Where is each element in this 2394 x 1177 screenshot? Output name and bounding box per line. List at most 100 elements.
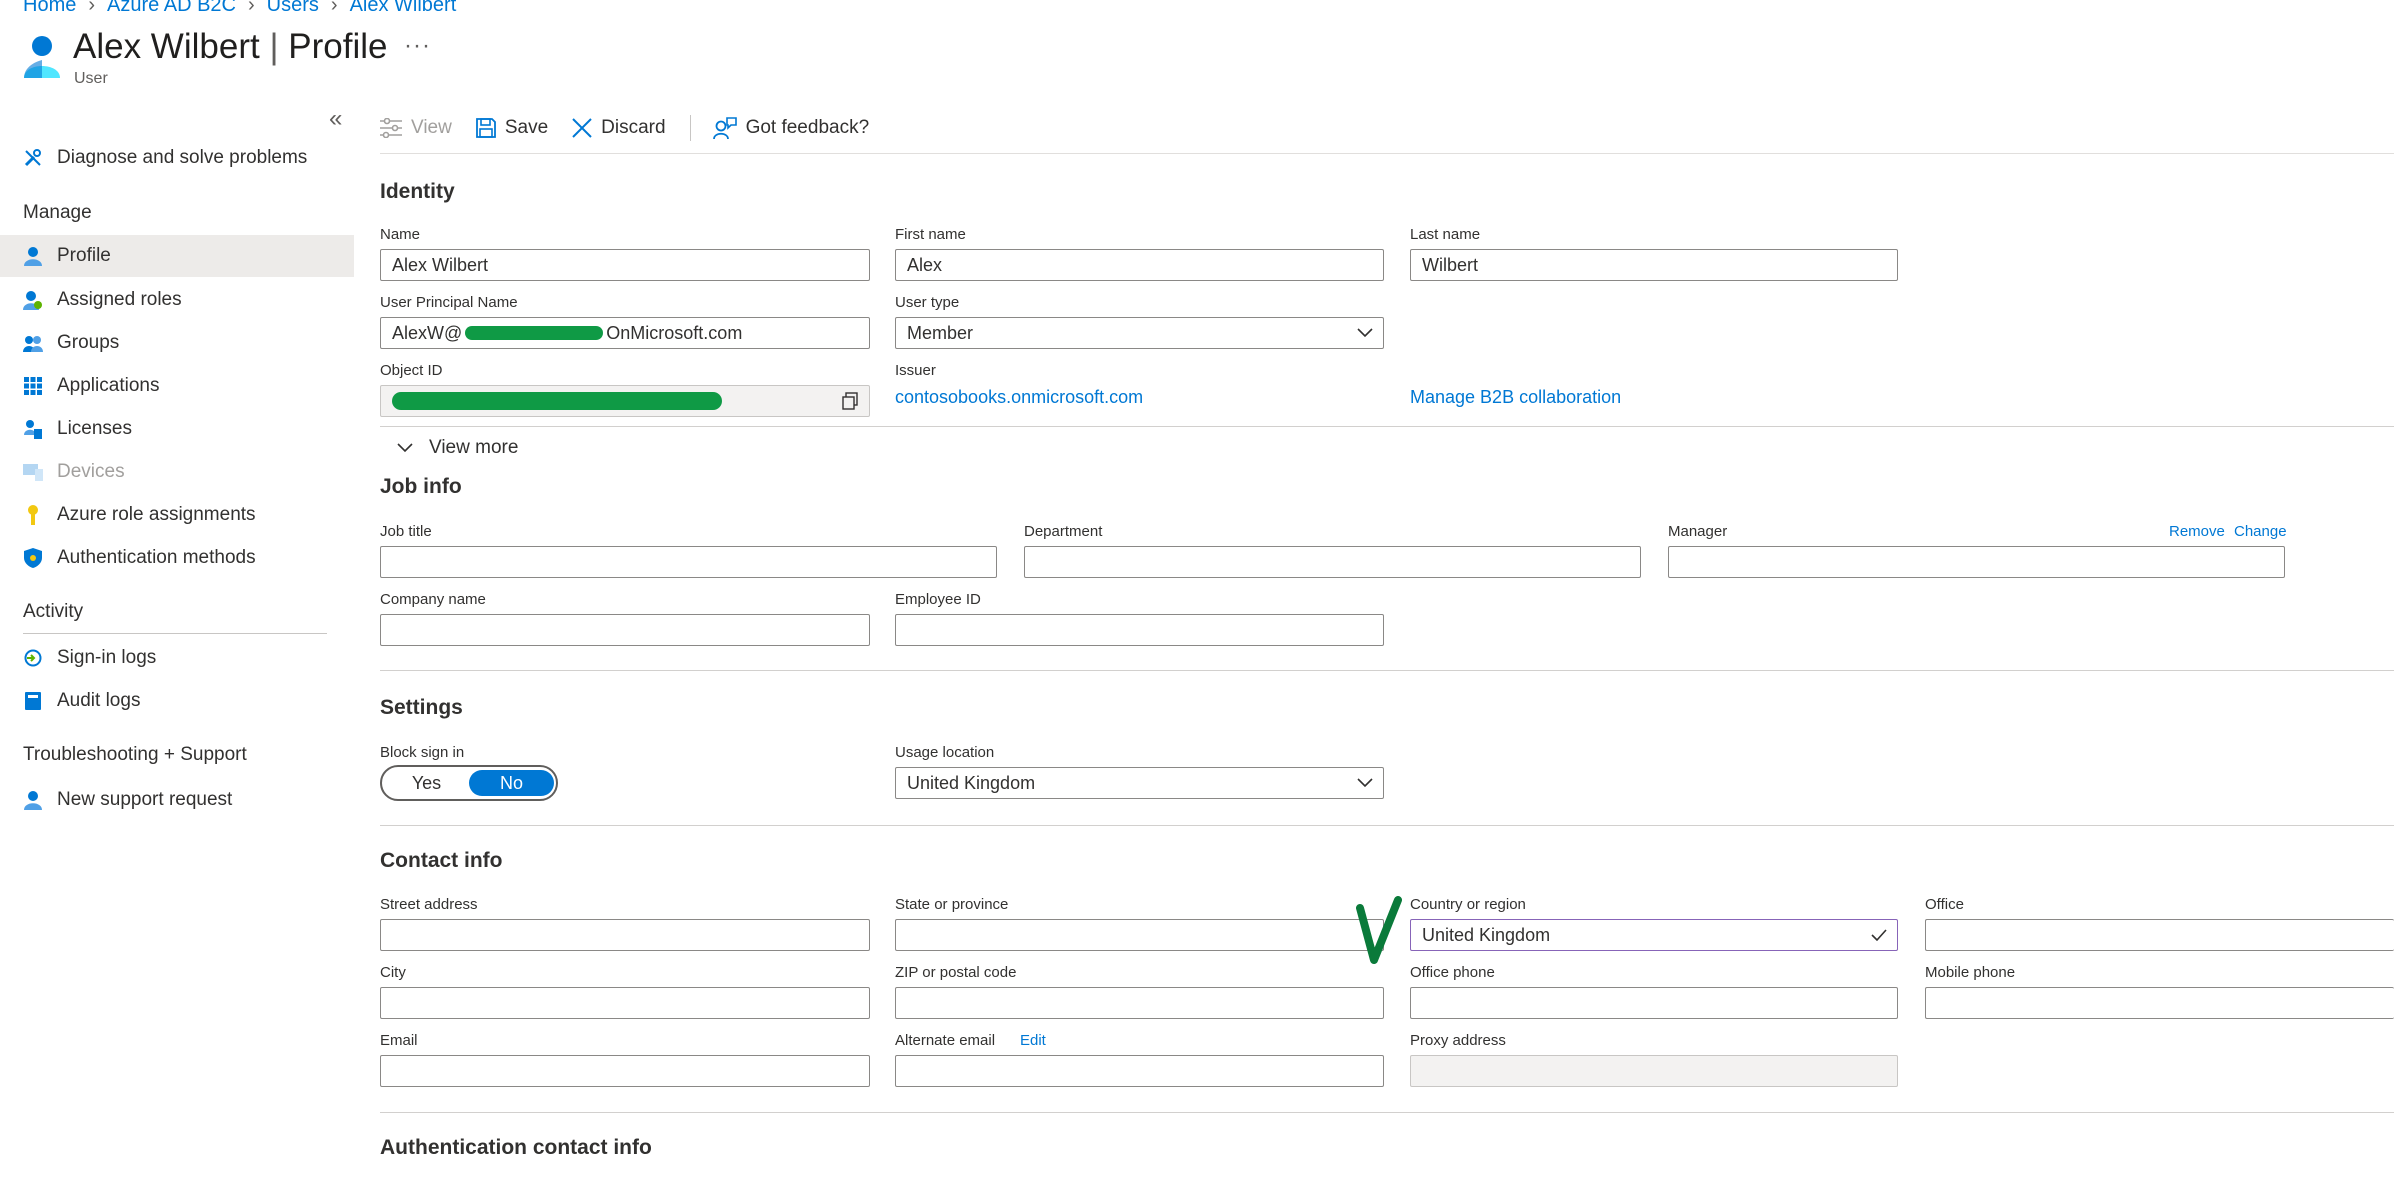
user-type-value: Member <box>907 322 974 343</box>
country-select[interactable]: United Kingdom <box>1410 919 1898 951</box>
proxy-address-input <box>1410 1055 1898 1087</box>
usage-location-select[interactable]: United Kingdom <box>895 767 1384 799</box>
chevron-right-icon: › <box>88 0 96 16</box>
sidebar-item-azure-role-assignments[interactable]: Azure role assignments <box>0 494 354 536</box>
redaction-mark <box>392 392 722 410</box>
sidebar-item-licenses[interactable]: Licenses <box>0 408 354 450</box>
office-label: Office <box>1925 896 1964 913</box>
remove-manager-link[interactable]: Remove <box>2169 523 2225 540</box>
page-subtitle: User <box>74 70 108 87</box>
user-icon <box>24 36 60 78</box>
city-input[interactable] <box>380 987 870 1019</box>
block-sign-in-no[interactable]: No <box>469 770 554 796</box>
issuer-link[interactable]: contosobooks.onmicrosoft.com <box>895 387 1143 408</box>
job-title-input[interactable] <box>380 546 997 578</box>
street-address-input[interactable] <box>380 919 870 951</box>
manage-b2b-link[interactable]: Manage B2B collaboration <box>1410 387 1621 408</box>
breadcrumb-user[interactable]: Alex Wilbert <box>350 0 457 17</box>
sidebar-item-label: Assigned roles <box>57 289 182 310</box>
block-sign-in-toggle[interactable]: Yes No <box>380 765 558 801</box>
book-icon <box>23 691 43 711</box>
settings-heading: Settings <box>380 696 463 719</box>
sidebar-item-label: Groups <box>57 332 120 353</box>
first-name-input[interactable]: Alex <box>895 249 1384 281</box>
name-input[interactable]: Alex Wilbert <box>380 249 870 281</box>
copy-icon[interactable] <box>841 392 859 410</box>
upn-input[interactable]: AlexW@ OnMicrosoft.com <box>380 317 870 349</box>
collapse-sidebar-icon[interactable]: « <box>329 105 342 133</box>
section-divider <box>380 426 2394 427</box>
sidebar-item-label: Applications <box>57 375 160 396</box>
more-options-icon[interactable]: ··· <box>404 32 431 60</box>
close-icon <box>572 118 592 138</box>
street-address-label: Street address <box>380 896 478 913</box>
save-icon <box>475 118 496 138</box>
sidebar-item-applications[interactable]: Applications <box>0 365 354 407</box>
sidebar-item-profile[interactable]: Profile <box>0 235 354 277</box>
alternate-email-edit-link[interactable]: Edit <box>1020 1032 1046 1049</box>
identity-heading: Identity <box>380 180 455 203</box>
proxy-address-label: Proxy address <box>1410 1032 1506 1049</box>
section-divider <box>380 1112 2394 1113</box>
department-input[interactable] <box>1024 546 1641 578</box>
discard-button[interactable]: Discard <box>572 117 666 139</box>
sidebar-item-devices[interactable]: Devices <box>0 451 354 493</box>
feedback-button[interactable]: Got feedback? <box>712 117 869 139</box>
discard-label: Discard <box>601 117 666 138</box>
sidebar-item-assigned-roles[interactable]: Assigned roles <box>0 279 354 321</box>
state-input[interactable] <box>895 919 1384 951</box>
sidebar-item-new-support-request[interactable]: New support request <box>0 779 354 821</box>
company-name-input[interactable] <box>380 614 870 646</box>
manager-input[interactable] <box>1668 546 2285 578</box>
issuer-label: Issuer <box>895 362 936 379</box>
save-button[interactable]: Save <box>475 117 549 139</box>
nav-divider <box>23 633 327 634</box>
last-name-input[interactable]: Wilbert <box>1410 249 1898 281</box>
chevron-down-icon <box>1357 328 1373 338</box>
sidebar-item-diagnose[interactable]: Diagnose and solve problems <box>0 137 354 179</box>
checkmark-icon <box>1871 929 1887 941</box>
license-icon <box>23 419 43 439</box>
job-info-heading: Job info <box>380 475 462 498</box>
chevron-down-icon <box>1357 778 1373 788</box>
sidebar-item-label: Devices <box>57 461 125 482</box>
breadcrumb-home[interactable]: Home <box>23 0 76 17</box>
user-type-select[interactable]: Member <box>895 317 1384 349</box>
office-phone-input[interactable] <box>1410 987 1898 1019</box>
toolbar: View Save Discard Got feedback? <box>380 112 893 144</box>
mobile-phone-input[interactable] <box>1925 987 2394 1019</box>
email-input[interactable] <box>380 1055 870 1087</box>
city-label: City <box>380 964 406 981</box>
alternate-email-input[interactable] <box>895 1055 1384 1087</box>
view-more-toggle[interactable]: View more <box>397 437 518 459</box>
page-title-page: Profile <box>288 27 388 66</box>
auth-contact-heading: Authentication contact info <box>380 1136 652 1159</box>
chevron-right-icon: › <box>330 0 338 16</box>
object-id-input[interactable] <box>380 385 870 417</box>
employee-id-label: Employee ID <box>895 591 981 608</box>
block-sign-in-label: Block sign in <box>380 744 465 761</box>
sidebar-item-groups[interactable]: Groups <box>0 322 354 364</box>
office-input[interactable] <box>1925 919 2394 951</box>
block-sign-in-yes[interactable]: Yes <box>384 770 469 796</box>
people-icon <box>23 333 43 353</box>
sidebar-item-label: Diagnose and solve problems <box>57 147 308 168</box>
shield-icon <box>23 548 43 568</box>
view-button[interactable]: View <box>380 117 452 139</box>
page-title: Alex Wilbert | Profile <box>73 27 388 67</box>
save-label: Save <box>504 117 549 138</box>
wrench-icon <box>23 148 43 168</box>
upn-label: User Principal Name <box>380 294 518 311</box>
sidebar-item-sign-in-logs[interactable]: Sign-in logs <box>0 637 354 679</box>
section-divider <box>380 670 2394 671</box>
zip-input[interactable] <box>895 987 1384 1019</box>
breadcrumb-b2c[interactable]: Azure AD B2C <box>107 0 236 17</box>
employee-id-input[interactable] <box>895 614 1384 646</box>
upn-prefix: AlexW@ <box>392 322 463 343</box>
sidebar-item-label: New support request <box>57 789 233 810</box>
object-id-label: Object ID <box>380 362 443 379</box>
breadcrumb-users[interactable]: Users <box>267 0 319 17</box>
change-manager-link[interactable]: Change <box>2234 523 2287 540</box>
sidebar-item-audit-logs[interactable]: Audit logs <box>0 680 354 722</box>
sidebar-item-auth-methods[interactable]: Authentication methods <box>0 537 354 579</box>
